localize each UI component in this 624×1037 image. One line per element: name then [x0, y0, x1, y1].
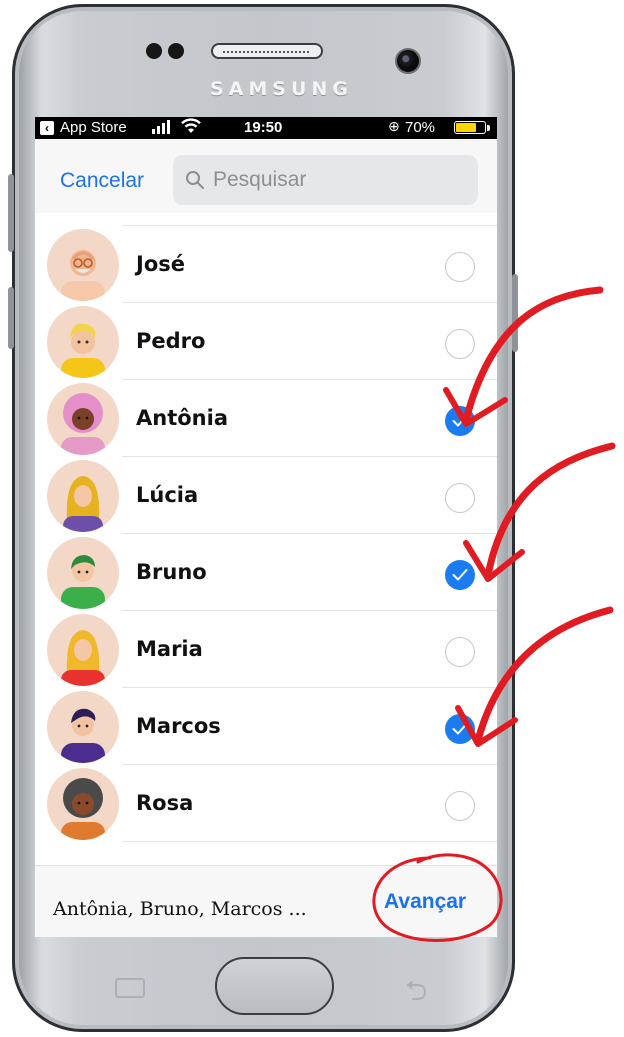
- contact-row[interactable]: Lúcia: [35, 457, 497, 534]
- back-app-label[interactable]: App Store: [60, 119, 127, 136]
- avatar: [47, 691, 119, 763]
- select-radio[interactable]: [445, 791, 475, 821]
- screen: ‹ App Store 19:50 ⊕ 70% Cancelar Pesquis…: [35, 117, 497, 937]
- battery-icon: [454, 121, 486, 134]
- bixby-button: [8, 287, 14, 349]
- avatar: [47, 460, 119, 532]
- contact-row[interactable]: Bruno: [35, 534, 497, 611]
- checkmark-icon: [452, 723, 468, 735]
- front-camera: [395, 48, 421, 74]
- avatar: [47, 229, 119, 301]
- volume-button: [8, 174, 14, 252]
- search-icon: [185, 170, 205, 190]
- power-button: [512, 274, 518, 352]
- contact-list: José Pedro Antônia Lúcia Bruno Maria Mar…: [35, 213, 497, 865]
- contact-row[interactable]: Marcos: [35, 688, 497, 765]
- select-radio-checked[interactable]: [445, 560, 475, 590]
- selected-contacts-summary: Antônia, Bruno, Marcos ...: [53, 898, 307, 920]
- contact-row[interactable]: Rosa: [35, 765, 497, 842]
- contact-row[interactable]: Maria: [35, 611, 497, 688]
- battery-level: [456, 123, 476, 132]
- contact-name: Rosa: [136, 791, 194, 815]
- sensor-dot: [146, 43, 162, 59]
- brand-logo: SAMSUNG: [210, 78, 353, 100]
- cancel-button[interactable]: Cancelar: [60, 169, 144, 193]
- wifi-icon: [180, 117, 202, 140]
- select-radio[interactable]: [445, 483, 475, 513]
- contact-row[interactable]: José: [35, 226, 497, 303]
- contact-name: José: [136, 252, 185, 276]
- rotation-lock-icon: ⊕: [388, 118, 400, 134]
- select-radio[interactable]: [445, 252, 475, 282]
- search-field[interactable]: [173, 155, 478, 205]
- checkmark-icon: [452, 569, 468, 581]
- contact-row-partial[interactable]: [35, 213, 497, 226]
- status-time: 19:50: [244, 119, 283, 136]
- signal-icon: [152, 120, 170, 134]
- select-radio[interactable]: [445, 329, 475, 359]
- selection-footer: Antônia, Bruno, Marcos ... Avançar: [35, 865, 497, 937]
- earpiece-speaker: [211, 43, 323, 59]
- sensor-dot: [168, 43, 184, 59]
- home-button[interactable]: [215, 957, 334, 1015]
- select-radio[interactable]: [445, 637, 475, 667]
- status-bar: ‹ App Store 19:50 ⊕ 70%: [35, 117, 497, 139]
- avatar: [47, 383, 119, 455]
- battery-tip: [487, 125, 490, 131]
- avatar: [47, 768, 119, 840]
- contact-name: Marcos: [136, 714, 221, 738]
- next-button[interactable]: Avançar: [384, 890, 466, 914]
- search-header: Cancelar: [35, 139, 497, 213]
- battery-percentage: 70%: [405, 119, 436, 136]
- avatar: [47, 614, 119, 686]
- back-to-app-icon[interactable]: ‹: [40, 121, 54, 135]
- select-radio-checked[interactable]: [445, 406, 475, 436]
- avatar: [47, 306, 119, 378]
- contact-name: Bruno: [136, 560, 207, 584]
- contact-row[interactable]: Pedro: [35, 303, 497, 380]
- search-input[interactable]: [213, 168, 443, 192]
- contact-row[interactable]: Antônia: [35, 380, 497, 457]
- avatar: [47, 537, 119, 609]
- checkmark-icon: [452, 415, 468, 427]
- contact-name: Lúcia: [136, 483, 199, 507]
- select-radio-checked[interactable]: [445, 714, 475, 744]
- contact-name: Antônia: [136, 406, 228, 430]
- contact-name: Maria: [136, 637, 203, 661]
- recent-apps-icon[interactable]: [115, 978, 145, 998]
- back-icon[interactable]: ⮌: [405, 970, 427, 1018]
- contact-name: Pedro: [136, 329, 206, 353]
